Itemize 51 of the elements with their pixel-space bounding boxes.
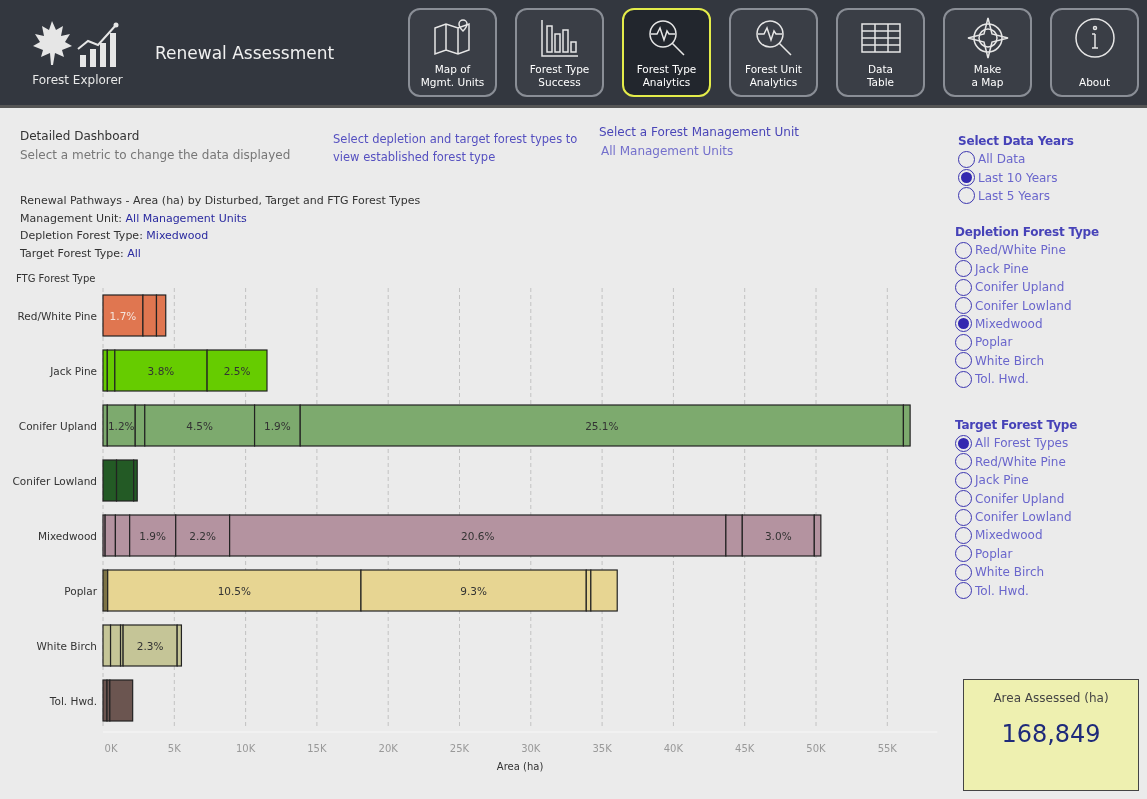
logo-caption: Forest Explorer (32, 72, 123, 87)
tick-label: 40K (663, 743, 684, 754)
tick-label: 25K (449, 743, 470, 754)
tick-label: 45K (735, 743, 755, 754)
category-label: Conifer Lowland (12, 474, 97, 487)
chart-filter-line: Depletion Forest Type: Mixedwood (20, 228, 210, 244)
chart-filter-line: Management Unit: All Management Units (20, 210, 248, 227)
bar-segment: 1.2% (106, 404, 136, 447)
category-label: Red/White Pine (17, 309, 97, 322)
bar-segment: 1.7% (102, 294, 144, 337)
tick-label: 10K (235, 743, 256, 754)
bar-segment: 2.5% (206, 349, 268, 392)
axis-title: Area (ha) (496, 761, 544, 772)
bar-segment: 1.9% (129, 514, 177, 557)
bar-segment: 20.6% (229, 514, 727, 557)
bar-segment: 1.9% (254, 404, 301, 447)
category-label: Tol. Hwd. (49, 694, 97, 707)
tick-label: 30K (521, 743, 541, 754)
filter-title: Target Forest Type (955, 417, 1079, 435)
bar-segment: 9.3% (360, 569, 587, 612)
chart-title: Renewal Pathways - Area (ha) by Disturbed, Target and FTG Forest Types (20, 193, 422, 209)
filter-title: Select a Forest Management Unit (599, 124, 800, 140)
category-label: Mixedwood (37, 529, 97, 542)
tick-label: 15K (307, 743, 327, 754)
section-title: Detailed Dashboard (20, 128, 141, 144)
category-label: Conifer Upland (18, 419, 97, 432)
bar-segment: 3.0% (741, 514, 815, 557)
bar-segment: 2.3% (122, 624, 178, 667)
section-subtitle: Select a metric to change the data displayed (20, 147, 292, 163)
chart-filter-line: Target Forest Type: All (20, 245, 142, 262)
tick-label: 0K (104, 743, 118, 754)
category-label: White Birch (36, 639, 97, 652)
summary-label: Area Assessed (ha) (993, 690, 1109, 706)
tick-label: 50K (806, 743, 826, 754)
axis-title: FTG Forest Type (16, 273, 96, 284)
hint-text: Select depletion and target forest types to view established forest type (333, 131, 579, 166)
bar-segment: 2.2% (175, 514, 231, 557)
summary-value: 168,849 (1001, 720, 1101, 748)
tick-label: 5K (167, 743, 181, 754)
page-title: Renewal Assessment (155, 41, 336, 65)
filter-title: Depletion Forest Type (955, 224, 1100, 242)
bar-segment: 10.5% (107, 569, 362, 612)
category-label: Jack Pine (50, 364, 97, 377)
bar-segment: 3.8% (114, 349, 208, 392)
tick-label: 20K (378, 743, 398, 754)
filter-title: Select Data Years (958, 133, 1075, 150)
tick-label: 35K (592, 743, 612, 754)
category-label: Poplar (64, 584, 97, 597)
tick-label: 55K (877, 743, 897, 754)
bar-segment: 4.5% (144, 404, 256, 447)
bar-segment: 25.1% (299, 404, 904, 447)
